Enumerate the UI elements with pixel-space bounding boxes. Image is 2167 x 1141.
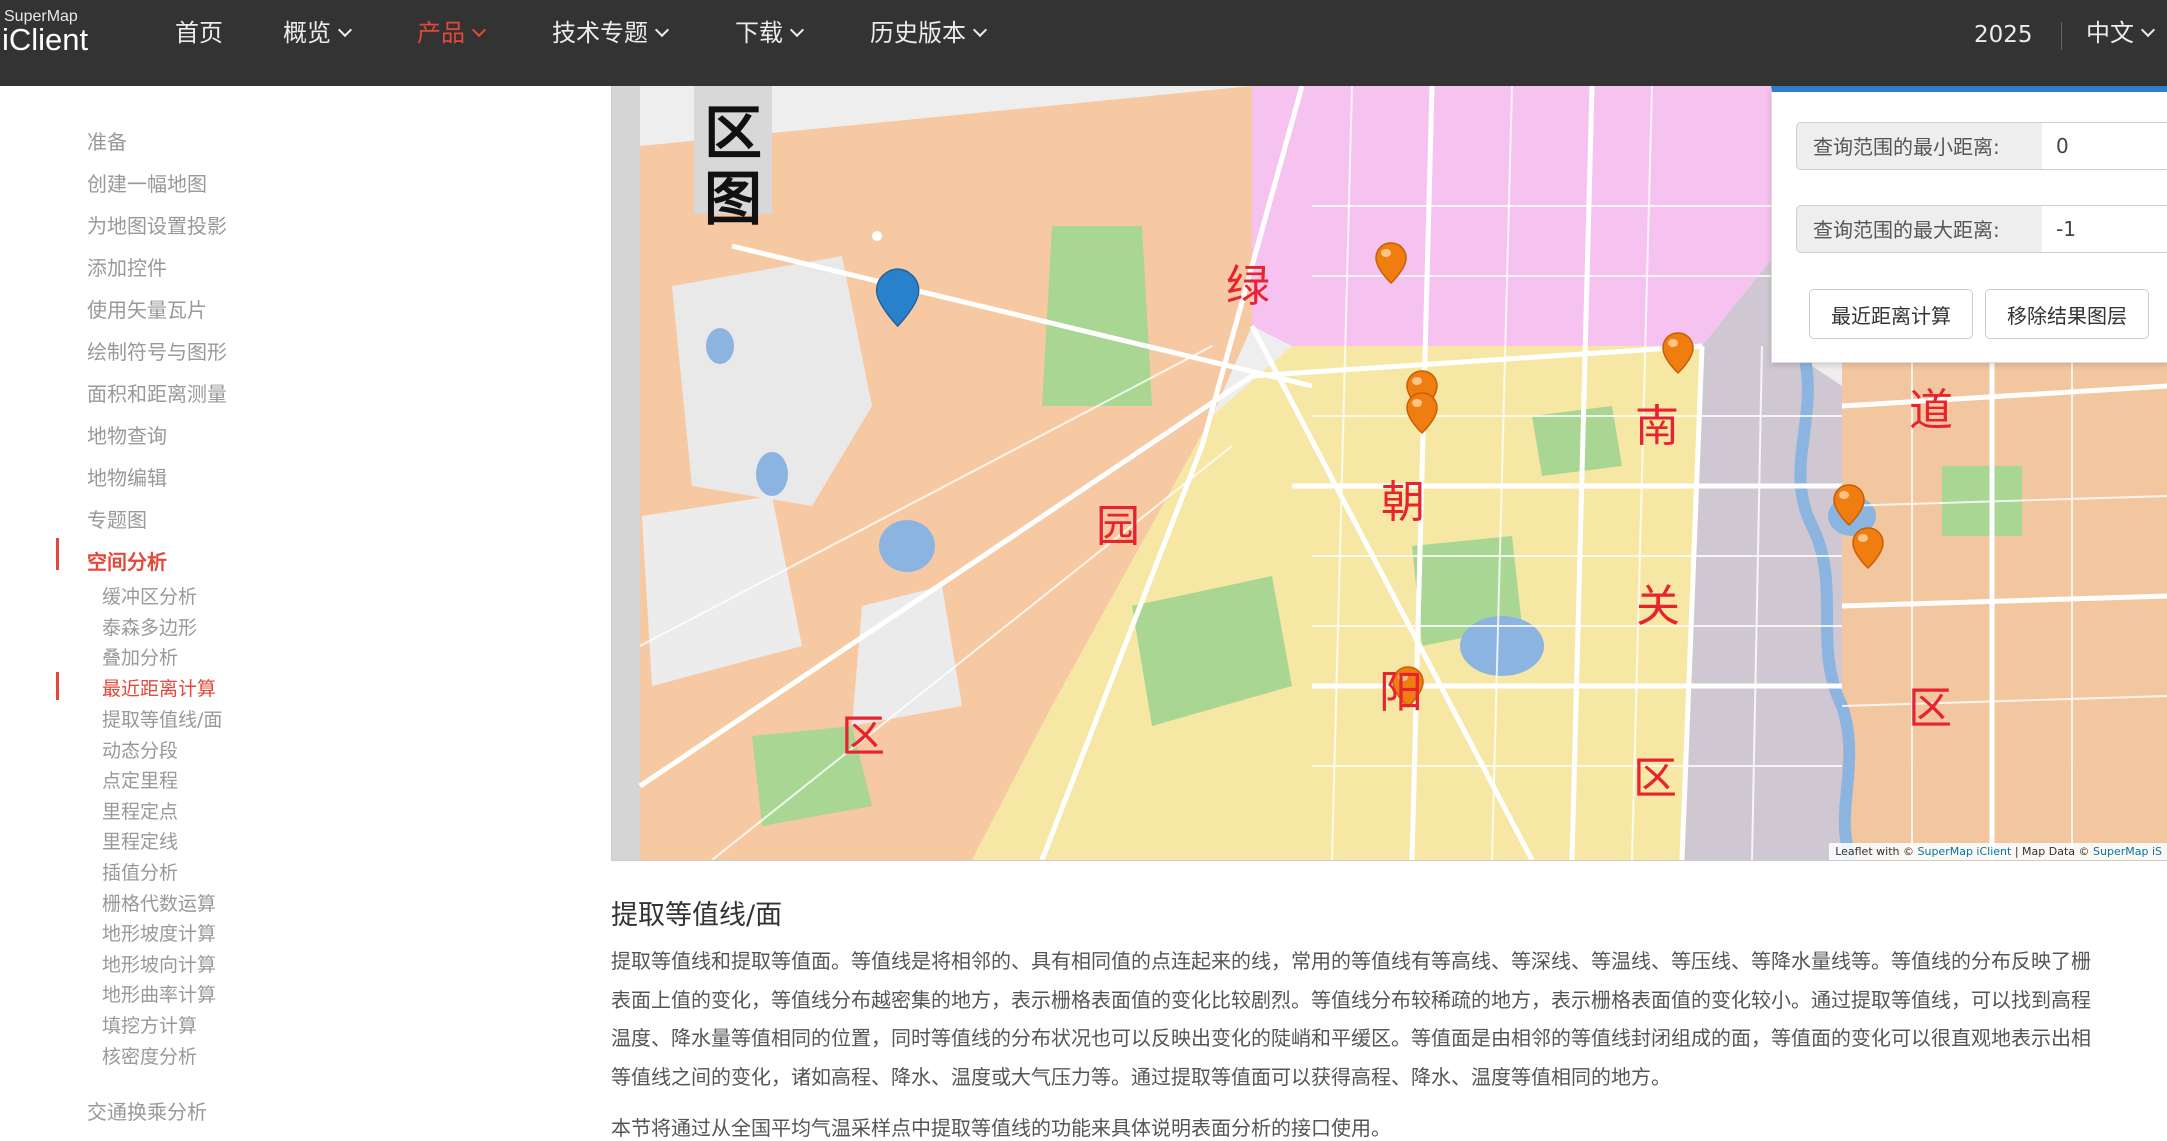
paragraph-line: 提取等值线和提取等值面。等值线是将相邻的、具有相同值的点连起来的线，常用的等值线… xyxy=(611,949,2091,973)
chevron-down-icon xyxy=(337,22,353,38)
paragraph-line: 温度、降水量等值相同的位置，同时等值线的分布状况也可以反映出变化的陡峭和平缓区。… xyxy=(611,1026,2091,1050)
map-left-strip xyxy=(612,86,640,860)
sidebar-item-vector-tiles[interactable]: 使用矢量瓦片 xyxy=(87,294,207,323)
sidebar-subitem-curvature[interactable]: 地形曲率计算 xyxy=(102,980,216,1007)
district-label: 道 xyxy=(1909,385,1953,436)
nav-year[interactable]: 2025 xyxy=(1974,22,2033,48)
nav-divider xyxy=(2061,22,2062,50)
sidebar-item-create-map[interactable]: 创建一幅地图 xyxy=(87,168,207,197)
nav-home-label: 首页 xyxy=(175,19,223,47)
sidebar-item-thematic[interactable]: 专题图 xyxy=(87,504,147,533)
min-distance-input[interactable] xyxy=(2042,122,2167,170)
nearest-distance-button[interactable]: 最近距离计算 xyxy=(1809,289,1973,339)
sidebar-item-transit[interactable]: 交通换乘分析 xyxy=(87,1096,207,1125)
language-label: 中文 xyxy=(2086,19,2134,47)
map-legend-char: 图 xyxy=(703,165,762,233)
sidebar-subitem-raster-algebra[interactable]: 栅格代数运算 xyxy=(102,889,216,916)
district-label: 阳 xyxy=(1379,667,1423,718)
chevron-down-icon xyxy=(789,22,805,38)
nav-tech-topics-label: 技术专题 xyxy=(552,19,648,47)
chevron-down-icon xyxy=(654,22,670,38)
sidebar-item-prepare[interactable]: 准备 xyxy=(87,126,127,155)
map-lake xyxy=(879,520,935,572)
sidebar-item-feature-edit[interactable]: 地物编辑 xyxy=(87,462,167,491)
nav-history[interactable]: 历史版本 xyxy=(870,17,988,49)
nav-download-label: 下载 xyxy=(735,19,783,47)
top-navbar: SuperMap iClient 首页 概览 产品 技术专题 下载 历史版本 2… xyxy=(0,0,2167,86)
language-selector[interactable]: 中文 xyxy=(2086,17,2156,49)
sidebar: 准备 创建一幅地图 为地图设置投影 添加控件 使用矢量瓦片 绘制符号与图形 面积… xyxy=(0,86,610,1141)
sidebar-subitem-mileage-line[interactable]: 里程定线 xyxy=(102,827,178,854)
result-marker-icon[interactable] xyxy=(1661,331,1695,375)
district-label: 朝 xyxy=(1381,477,1425,528)
attribution-link-iserver[interactable]: SuperMap iS xyxy=(2093,845,2162,858)
district-label: 园 xyxy=(1096,501,1140,552)
query-panel: 查询范围的最小距离: 查询范围的最大距离: 最近距离计算 移除结果图层 xyxy=(1771,86,2167,363)
sidebar-subitem-isoline[interactable]: 提取等值线/面 xyxy=(102,705,222,732)
sidebar-subitem-buffer[interactable]: 缓冲区分析 xyxy=(102,582,197,609)
brand-logo[interactable]: iClient xyxy=(2,22,88,58)
active-subitem-marker xyxy=(56,672,59,700)
result-marker-icon[interactable] xyxy=(1374,241,1408,285)
sidebar-item-projection[interactable]: 为地图设置投影 xyxy=(87,210,227,239)
min-distance-label: 查询范围的最小距离: xyxy=(1796,122,2043,170)
district-label: 区 xyxy=(1633,753,1677,804)
sidebar-item-controls[interactable]: 添加控件 xyxy=(87,252,167,281)
sidebar-subitem-interpolation[interactable]: 插值分析 xyxy=(102,858,178,885)
result-marker-icon[interactable] xyxy=(1851,526,1885,570)
nav-history-label: 历史版本 xyxy=(870,19,966,47)
sidebar-subitem-cut-fill[interactable]: 填挖方计算 xyxy=(102,1011,197,1038)
sidebar-subitem-slope[interactable]: 地形坡度计算 xyxy=(102,919,216,946)
attribution-middle: | Map Data © xyxy=(2014,845,2090,858)
nav-overview-label: 概览 xyxy=(283,19,331,47)
district-label: 绿 xyxy=(1226,261,1270,312)
sidebar-subitem-aspect[interactable]: 地形坡向计算 xyxy=(102,950,216,977)
attribution-prefix: Leaflet with © xyxy=(1835,845,1914,858)
sidebar-item-spatial-analysis[interactable]: 空间分析 xyxy=(87,546,167,575)
paragraph-line: 等值线之间的变化，诸如高程、降水、温度或大气压力等。通过提取等值面可以获得高程、… xyxy=(611,1065,1671,1089)
map-lake xyxy=(706,328,734,364)
max-distance-input[interactable] xyxy=(2042,205,2167,253)
nav-download[interactable]: 下载 xyxy=(735,17,805,49)
chevron-down-icon xyxy=(2140,22,2156,38)
chevron-down-icon xyxy=(471,22,487,38)
sidebar-subitem-point-mileage[interactable]: 点定里程 xyxy=(102,766,178,793)
map-attribution: Leaflet with © SuperMap iClient | Map Da… xyxy=(1829,843,2167,860)
sidebar-subitem-nearest-distance[interactable]: 最近距离计算 xyxy=(102,674,216,701)
result-marker-icon[interactable] xyxy=(1405,391,1439,435)
nav-overview[interactable]: 概览 xyxy=(283,17,353,49)
attribution-link-iclient[interactable]: SuperMap iClient xyxy=(1917,845,2011,858)
district-label: 南 xyxy=(1635,401,1679,452)
sidebar-subitem-kernel-density[interactable]: 核密度分析 xyxy=(102,1042,197,1069)
sidebar-subitem-mileage-point[interactable]: 里程定点 xyxy=(102,797,178,824)
district-label: 区 xyxy=(841,711,885,762)
sidebar-subitem-dynamic-segment[interactable]: 动态分段 xyxy=(102,736,178,763)
district-label: 区 xyxy=(1908,683,1952,734)
nav-products-label: 产品 xyxy=(417,19,465,47)
map-park xyxy=(1042,226,1152,406)
sidebar-item-feature-query[interactable]: 地物查询 xyxy=(87,420,167,449)
result-marker-icon[interactable] xyxy=(1832,483,1866,527)
section-title: 提取等值线/面 xyxy=(611,900,783,931)
sidebar-subitem-thiessen[interactable]: 泰森多边形 xyxy=(102,613,197,640)
nav-products[interactable]: 产品 xyxy=(417,17,487,49)
nav-home[interactable]: 首页 xyxy=(175,17,223,49)
sidebar-item-measure[interactable]: 面积和距离测量 xyxy=(87,378,227,407)
map-lake xyxy=(756,452,788,496)
active-section-marker xyxy=(56,538,59,570)
paragraph-line: 表面上值的变化，等值线分布越密集的地方，表示栅格表面值的变化比较剧烈。等值线分布… xyxy=(611,988,2091,1012)
nav-tech-topics[interactable]: 技术专题 xyxy=(552,17,670,49)
district-label: 关 xyxy=(1636,581,1680,632)
remove-result-layer-button[interactable]: 移除结果图层 xyxy=(1985,289,2149,339)
sidebar-item-draw-symbols[interactable]: 绘制符号与图形 xyxy=(87,336,227,365)
note-paragraph: 本节将通过从全国平均气温采样点中提取等值线的功能来具体说明表面分析的接口使用。 xyxy=(611,1116,1391,1140)
district-north xyxy=(1252,86,1782,346)
chevron-down-icon xyxy=(972,22,988,38)
max-distance-label: 查询范围的最大距离: xyxy=(1796,205,2043,253)
sidebar-subitem-overlay[interactable]: 叠加分析 xyxy=(102,643,178,670)
